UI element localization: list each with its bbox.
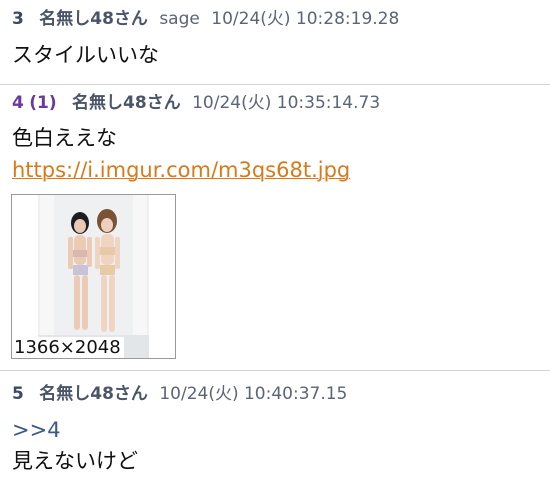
image-resolution: 1366×2048	[12, 337, 124, 358]
post-header: 4 (1) 名無し48さん 10/24(火) 10:35:14.73	[12, 95, 380, 112]
post-divider	[0, 84, 550, 85]
post-number[interactable]: 3	[12, 9, 24, 29]
image-thumbnail[interactable]: 1366×2048	[11, 194, 176, 359]
post-divider	[0, 370, 550, 371]
poster-name[interactable]: 名無し48さん	[39, 384, 148, 404]
thumbnail-image-icon	[38, 195, 149, 358]
post-body: 色白ええな	[12, 126, 117, 150]
post-date: 10/24(火) 10:35:14.73	[192, 93, 381, 113]
post-header: 3 名無し48さん sage 10/24(火) 10:28:19.28	[12, 11, 399, 28]
poster-name[interactable]: 名無し48さん	[72, 93, 181, 113]
post-body: 見えないけど	[12, 449, 138, 473]
post-date: 10/24(火) 10:28:19.28	[211, 9, 400, 29]
post-number[interactable]: 5	[12, 384, 24, 404]
post-header: 5 名無し48さん 10/24(火) 10:40:37.15	[12, 386, 347, 403]
poster-mail: sage	[159, 9, 200, 29]
post-date: 10/24(火) 10:40:37.15	[159, 384, 348, 404]
reply-count[interactable]: (1)	[29, 93, 56, 113]
anchor-line: >>4	[12, 420, 61, 441]
post-body: スタイルいいな	[12, 43, 159, 67]
post-number[interactable]: 4	[12, 93, 24, 113]
link-line: https://i.imgur.com/m3qs68t.jpg	[12, 160, 350, 181]
poster-name[interactable]: 名無し48さん	[39, 9, 148, 29]
image-link[interactable]: https://i.imgur.com/m3qs68t.jpg	[12, 158, 350, 182]
reply-anchor[interactable]: >>4	[12, 418, 61, 442]
thumbnail-photo	[38, 195, 149, 358]
